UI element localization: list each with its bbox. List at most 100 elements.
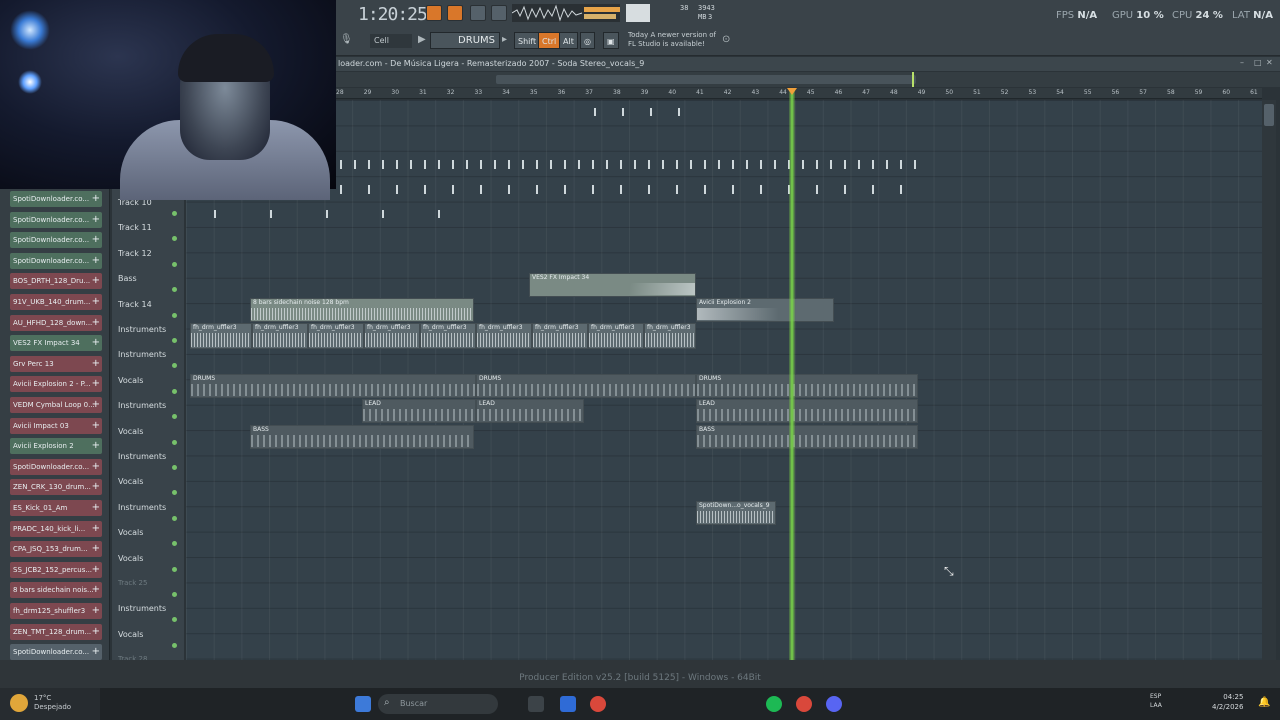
note-mark (732, 185, 734, 194)
playhead-marker[interactable] (787, 88, 797, 95)
chrome-icon[interactable] (590, 696, 606, 712)
pattern-clip[interactable]: BASS (696, 425, 918, 449)
note-mark (438, 210, 440, 218)
note-mark (270, 210, 272, 218)
note-mark (382, 160, 384, 169)
audio-clip[interactable]: Avicii Explosion 2 (696, 298, 834, 322)
webcam-overlay (0, 0, 336, 200)
audio-clip[interactable]: fh_drm_uffler3 (252, 323, 308, 349)
note-mark (676, 185, 678, 194)
audio-clip[interactable]: fh_drm_uffler3 (476, 323, 532, 349)
note-mark (606, 160, 608, 169)
note-mark (802, 160, 804, 169)
person-hair (178, 34, 274, 82)
clip-label: BASS (699, 426, 715, 433)
note-mark (732, 160, 734, 169)
note-mark (522, 160, 524, 169)
note-mark (704, 160, 706, 169)
playhead[interactable] (789, 88, 795, 660)
note-mark (368, 160, 370, 169)
note-mark (634, 160, 636, 169)
store-icon[interactable] (560, 696, 576, 712)
note-mark (452, 185, 454, 194)
clip-label: fh_drm_uffler3 (311, 324, 355, 331)
clip-label: DRUMS (479, 375, 502, 382)
note-mark (872, 185, 874, 194)
weather-temp: 17°C (34, 694, 52, 702)
note-mark (508, 185, 510, 194)
note-mark (424, 185, 426, 194)
pattern-clip[interactable]: LEAD (696, 399, 918, 423)
note-mark (340, 185, 342, 194)
clip-label: VES2 FX Impact 34 (532, 274, 590, 281)
note-mark (760, 185, 762, 194)
note-mark (760, 160, 762, 169)
clip-label: fh_drm_uffler3 (647, 324, 691, 331)
note-mark (578, 160, 580, 169)
notification-bell-icon[interactable]: 🔔 (1258, 697, 1270, 708)
audio-clip[interactable]: fh_drm_uffler3 (420, 323, 476, 349)
clip-label: Avicii Explosion 2 (699, 299, 751, 306)
note-mark (872, 160, 874, 169)
chrome-icon[interactable] (796, 696, 812, 712)
windows-start-icon[interactable] (355, 696, 371, 712)
pattern-clip[interactable]: LEAD (476, 399, 584, 423)
note-mark (858, 160, 860, 169)
clip-label: fh_drm_uffler3 (423, 324, 467, 331)
pattern-clip[interactable]: DRUMS (476, 374, 696, 398)
pattern-clip[interactable]: BASS (250, 425, 474, 449)
note-mark (650, 108, 652, 116)
note-mark (830, 160, 832, 169)
mouse-cursor-icon: ⤡ (944, 564, 954, 578)
note-mark (424, 160, 426, 169)
clip-label: fh_drm_uffler3 (367, 324, 411, 331)
note-mark (816, 160, 818, 169)
audio-clip[interactable]: fh_drm_uffler3 (190, 323, 252, 349)
clip-label: fh_drm_uffler3 (535, 324, 579, 331)
taskbar-clock[interactable]: 04:25 4/2/2026 (1212, 692, 1243, 712)
clip-label: fh_drm_uffler3 (255, 324, 299, 331)
pattern-clip[interactable]: LEAD (362, 399, 476, 423)
note-mark (592, 160, 594, 169)
clock-date: 4/2/2026 (1212, 703, 1244, 711)
clip-label: DRUMS (699, 375, 722, 382)
audio-clip[interactable]: fh_drm_uffler3 (308, 323, 364, 349)
note-mark (564, 185, 566, 194)
pattern-clip[interactable]: DRUMS (696, 374, 918, 398)
note-mark (690, 160, 692, 169)
clip-label: LEAD (365, 400, 381, 407)
note-mark (536, 160, 538, 169)
discord-icon[interactable] (826, 696, 842, 712)
note-mark (678, 108, 680, 116)
clip-label: SpotiDown...o_vocals_9 (699, 502, 770, 509)
note-mark (494, 160, 496, 169)
note-mark (816, 185, 818, 194)
audio-clip[interactable]: fh_drm_uffler3 (532, 323, 588, 349)
note-mark (622, 108, 624, 116)
note-mark (438, 160, 440, 169)
audio-clip[interactable]: fh_drm_uffler3 (364, 323, 420, 349)
note-mark (704, 185, 706, 194)
note-mark (410, 160, 412, 169)
note-mark (746, 160, 748, 169)
note-mark (354, 160, 356, 169)
fl-studio-window: 1:20:25 38 3943 MB 3 FPS N/A GPU 10 % CP… (0, 0, 1280, 720)
audio-clip[interactable]: SpotiDown...o_vocals_9 (696, 501, 776, 525)
pattern-clip[interactable]: DRUMS (190, 374, 476, 398)
audio-clip[interactable]: fh_drm_uffler3 (644, 323, 696, 349)
note-mark (648, 185, 650, 194)
taskbar-search[interactable]: Buscar (378, 694, 498, 714)
fl-footer: Producer Edition v25.2 [build 5125] - Wi… (0, 660, 1280, 688)
spotify-icon[interactable] (766, 696, 782, 712)
note-mark (326, 210, 328, 218)
clip-label: fh_drm_uffler3 (591, 324, 635, 331)
language-indicator[interactable]: ESP LAA (1150, 692, 1162, 710)
audio-clip[interactable]: VES2 FX Impact 34 (529, 273, 696, 297)
lang-code: ESP (1150, 693, 1162, 700)
folder-icon[interactable] (528, 696, 544, 712)
audio-clip[interactable]: fh_drm_uffler3 (588, 323, 644, 349)
audio-clip[interactable]: 8 bars sidechain noise 128 bpm (250, 298, 474, 322)
note-mark (382, 210, 384, 218)
note-mark (774, 160, 776, 169)
clock-time: 04:25 (1223, 693, 1244, 701)
